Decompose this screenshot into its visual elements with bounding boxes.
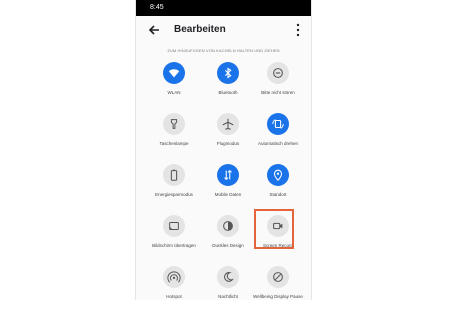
flashlight-icon: [163, 113, 185, 135]
tile-label: Wellbeing Display Pause: [253, 294, 303, 299]
do-not-disturb-icon: [267, 62, 289, 84]
tile-bluetooth[interactable]: Bluetooth: [200, 62, 256, 112]
tile-label: Mobile Daten: [214, 192, 242, 197]
tile-night-light[interactable]: Nachtlicht: [200, 266, 256, 316]
auto-rotate-icon: [267, 113, 289, 135]
bluetooth-icon: [217, 62, 239, 84]
tile-label: Bildschirm übertragen: [152, 243, 196, 248]
tile-display-pause[interactable]: Wellbeing Display Pause: [250, 266, 306, 316]
mobile-data-icon: [217, 164, 239, 186]
tile-battery-saver[interactable]: Energiesparmodus: [146, 164, 202, 214]
tile-label: Nachtlicht: [218, 294, 238, 299]
page-title: Bearbeiten: [174, 24, 226, 35]
more-options-icon[interactable]: [295, 23, 301, 37]
tile-wifi[interactable]: WLAN: [146, 62, 202, 112]
location-icon: [267, 164, 289, 186]
tile-label: WLAN: [167, 90, 181, 95]
tile-dark-theme[interactable]: Dunkles Design: [200, 215, 256, 265]
tile-do-not-disturb[interactable]: Bitte nicht stören: [250, 62, 306, 112]
tile-label: Bitte nicht stören: [261, 90, 295, 95]
tile-label: Automatisch drehen: [257, 141, 299, 146]
tile-location[interactable]: Standort: [250, 164, 306, 214]
wifi-icon: [163, 62, 185, 84]
airplane-icon: [217, 113, 239, 135]
display-pause-icon: [267, 266, 289, 288]
tile-mobile-data[interactable]: Mobile Daten: [200, 164, 256, 214]
battery-saver-icon: [163, 164, 185, 186]
tile-flashlight[interactable]: Taschenlampe: [146, 113, 202, 163]
tile-label: Dunkles Design: [212, 243, 244, 248]
status-time: 8:45: [150, 4, 164, 11]
hotspot-icon: [163, 266, 185, 288]
tile-label: Standort: [269, 192, 287, 197]
left-margin: [0, 0, 3, 300]
status-bar: 8:45: [136, 0, 311, 16]
tile-cast[interactable]: Bildschirm übertragen: [146, 215, 202, 265]
tile-hotspot[interactable]: Hotspot: [146, 266, 202, 316]
tile-label: Energiesparmodus: [155, 192, 193, 197]
app-bar: Bearbeiten: [136, 16, 311, 44]
tile-label: Hotspot: [166, 294, 182, 299]
tile-airplane[interactable]: Flugmodus: [200, 113, 256, 163]
tile-label: Flugmodus: [216, 141, 240, 146]
tile-auto-rotate[interactable]: Automatisch drehen: [250, 113, 306, 163]
tile-label: Taschenlampe: [159, 141, 189, 146]
back-arrow-icon[interactable]: [146, 22, 162, 38]
drag-hint: ZUM HINZUFÜGEN VON KACHELN HALTEN UND ZI…: [167, 48, 280, 53]
tile-label: Bluetooth: [218, 90, 238, 95]
cast-icon: [163, 215, 185, 237]
night-light-icon: [217, 266, 239, 288]
dark-theme-icon: [217, 215, 239, 237]
screen-record-highlight: [254, 209, 294, 249]
